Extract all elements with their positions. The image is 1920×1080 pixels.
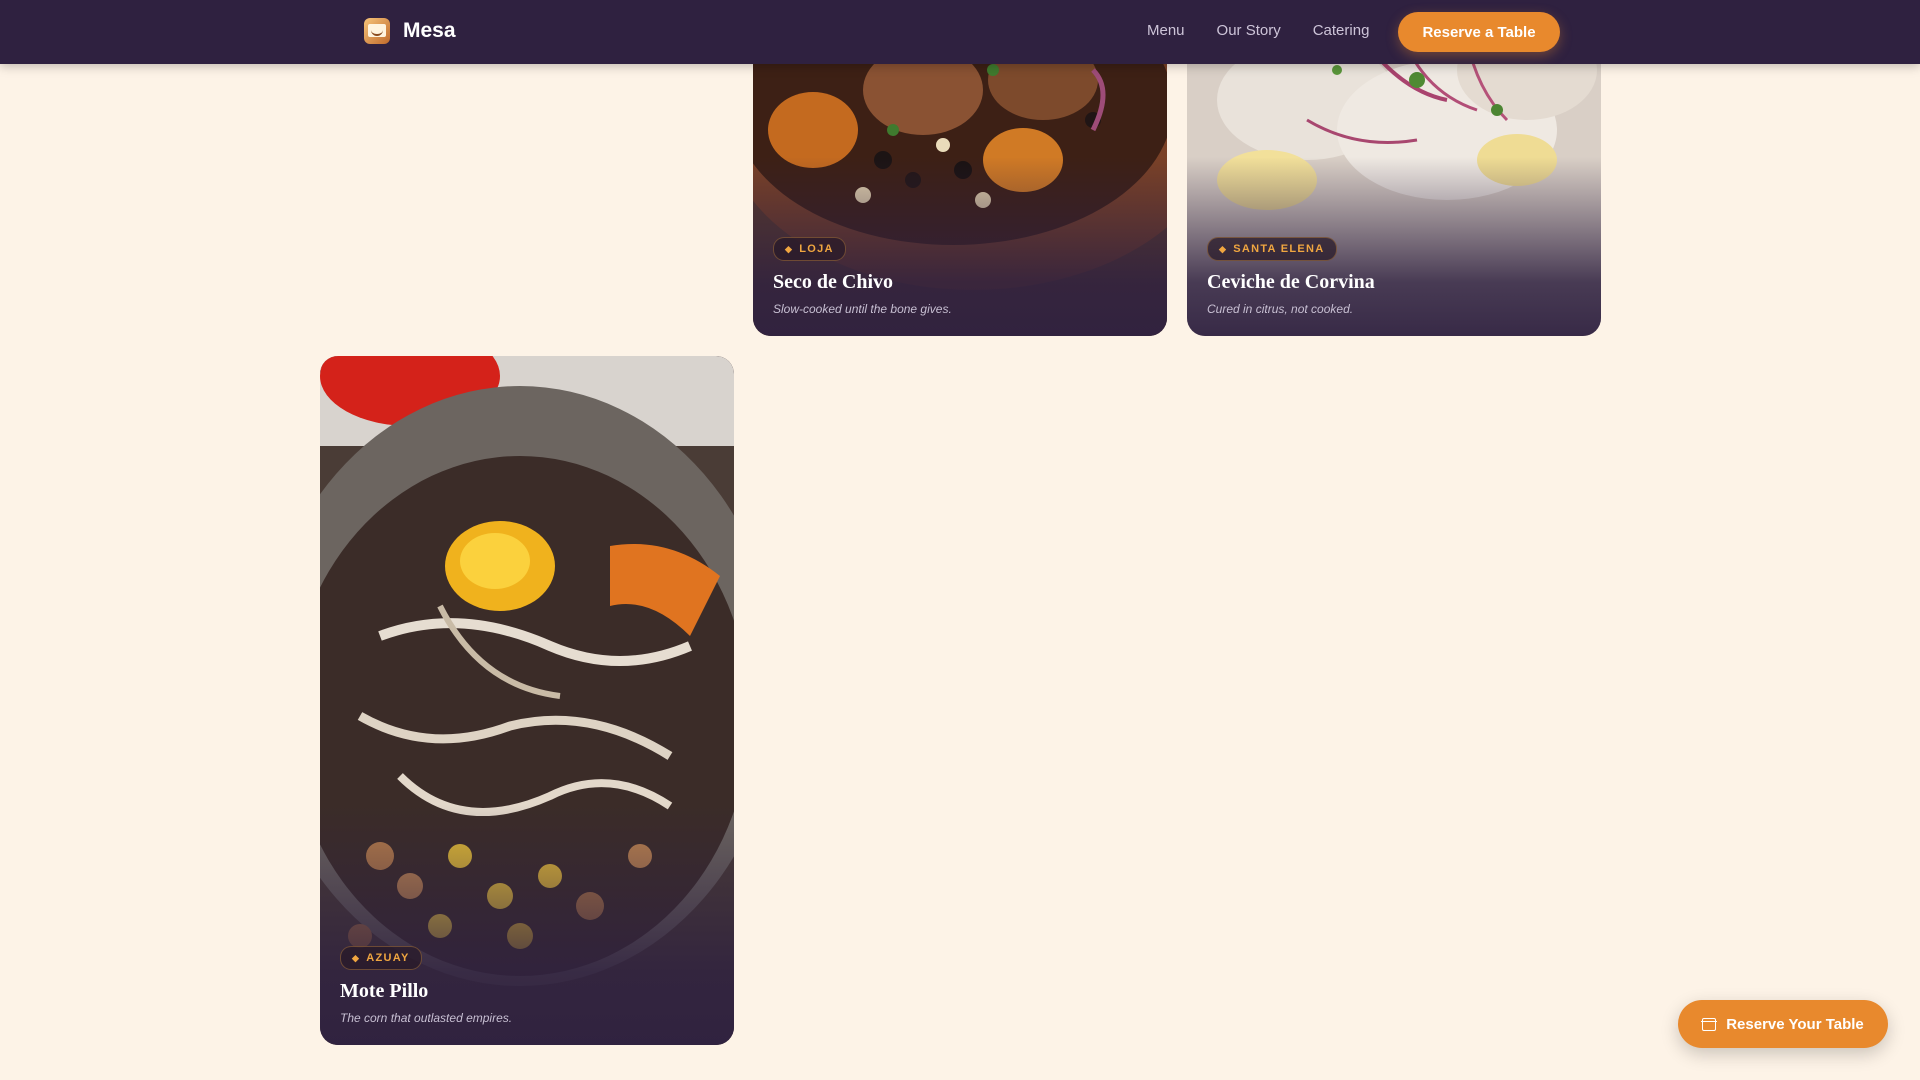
reserve-your-table-label: Reserve Your Table [1726,1015,1864,1033]
nav-link-menu[interactable]: Menu [1147,22,1185,39]
nav-link-catering[interactable]: Catering [1313,22,1370,39]
diamond-icon: ◆ [352,952,361,963]
dish-title: Ceviche de Corvina [1207,271,1375,293]
dish-subtitle: Cured in citrus, not cooked. [1207,302,1354,316]
region-label: LOJA [799,243,834,255]
nav-links: Menu Our Story Catering [1147,22,1401,39]
dish-title: Seco de Chivo [773,271,893,293]
top-nav: Mesa Menu Our Story Catering Reserve a T… [0,0,1920,64]
dish-card[interactable]: ◆ AZUAY Mote Pillo The corn that outlast… [320,356,734,1045]
logo-icon [364,18,390,44]
nav-link-our-story[interactable]: Our Story [1217,22,1281,39]
region-badge: ◆ LOJA [773,237,846,261]
reserve-your-table-button[interactable]: Reserve Your Table [1678,1000,1888,1048]
brand-name: Mesa [403,19,456,42]
dish-title: Mote Pillo [340,980,429,1002]
region-badge: ◆ AZUAY [340,946,422,970]
region-badge: ◆ SANTA ELENA [1207,237,1337,261]
region-label: AZUAY [366,952,410,964]
dish-subtitle: Slow-cooked until the bone gives. [773,302,952,316]
reserve-table-button[interactable]: Reserve a Table [1398,12,1560,52]
calendar-icon [1701,1017,1718,1031]
region-label: SANTA ELENA [1233,243,1325,255]
brand[interactable]: Mesa [364,18,456,44]
diamond-icon: ◆ [785,243,794,254]
diamond-icon: ◆ [1219,243,1228,254]
dish-subtitle: The corn that outlasted empires. [340,1011,513,1025]
